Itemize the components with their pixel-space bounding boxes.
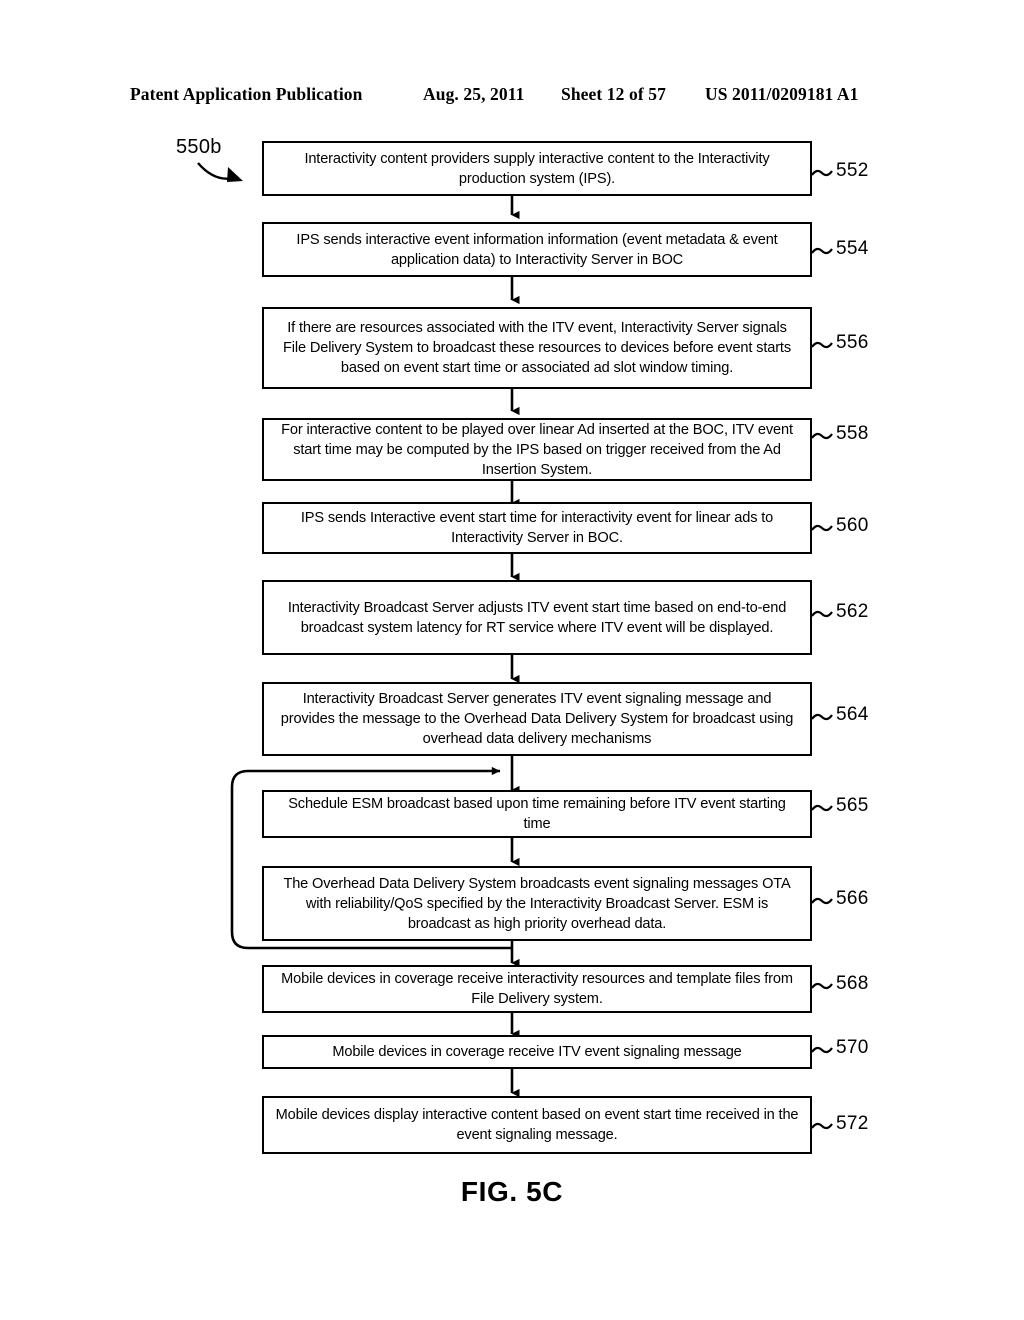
flow-box-565: Schedule ESM broadcast based upon time r…	[262, 790, 812, 838]
flow-box-564-text: Interactivity Broadcast Server generates…	[280, 691, 794, 747]
ref-num-552: 552	[836, 160, 869, 181]
flow-box-554-text: IPS sends interactive event information …	[296, 231, 778, 268]
flow-box-570-text: Mobile devices in coverage receive ITV e…	[332, 1044, 742, 1060]
flow-box-572-text: Mobile devices display interactive conte…	[275, 1107, 799, 1143]
flow-box-570: Mobile devices in coverage receive ITV e…	[262, 1035, 812, 1069]
ref-leader-562	[811, 610, 833, 618]
ref-leader-556	[811, 341, 833, 349]
ref-leader-552	[811, 169, 833, 177]
ref-num-568: 568	[836, 973, 869, 994]
ref-num-566: 566	[836, 888, 869, 909]
flow-box-554: IPS sends interactive event information …	[262, 222, 812, 277]
ref-leader-554	[811, 247, 833, 255]
ref-leader-570	[811, 1046, 833, 1054]
ref-num-554: 554	[836, 238, 869, 259]
ref-num-570: 570	[836, 1037, 869, 1058]
ref-num-556: 556	[836, 332, 869, 353]
flow-box-572: Mobile devices display interactive conte…	[262, 1096, 812, 1154]
flow-box-552-text: Interactivity content providers supply i…	[304, 150, 770, 187]
flow-box-552: Interactivity content providers supply i…	[262, 141, 812, 196]
ref-num-565: 565	[836, 795, 869, 816]
ref-num-572: 572	[836, 1113, 869, 1134]
flow-box-556-text: If there are resources associated with t…	[283, 320, 791, 376]
ref-leader-558	[811, 432, 833, 440]
diagram-label-arrowhead	[227, 167, 243, 182]
flow-box-564: Interactivity Broadcast Server generates…	[262, 682, 812, 756]
flow-box-566-text: The Overhead Data Delivery System broadc…	[283, 875, 791, 932]
ref-leader-572	[811, 1122, 833, 1130]
ref-leader-568	[811, 982, 833, 990]
flow-box-558: For interactive content to be played ove…	[262, 418, 812, 481]
ref-num-558: 558	[836, 423, 869, 444]
ref-num-560: 560	[836, 515, 869, 536]
ref-num-564: 564	[836, 704, 869, 725]
ref-num-562: 562	[836, 601, 869, 622]
flow-box-568: Mobile devices in coverage receive inter…	[262, 965, 812, 1013]
flow-box-565-text: Schedule ESM broadcast based upon time r…	[288, 796, 786, 832]
flow-box-568-text: Mobile devices in coverage receive inter…	[281, 971, 793, 1007]
ref-leader-564	[811, 713, 833, 721]
flow-box-556: If there are resources associated with t…	[262, 307, 812, 389]
patent-flowchart-figure: 550b Interactivity content providers sup…	[0, 0, 1024, 1320]
flow-box-562: Interactivity Broadcast Server adjusts I…	[262, 580, 812, 655]
flow-box-566: The Overhead Data Delivery System broadc…	[262, 866, 812, 941]
diagram-label-550b: 550b	[176, 136, 222, 158]
flow-box-560-text: IPS sends Interactive event start time f…	[300, 510, 774, 546]
ref-leader-565	[811, 804, 833, 812]
flow-box-558-text: For interactive content to be played ove…	[281, 421, 793, 478]
ref-leader-560	[811, 524, 833, 532]
flow-box-562-text: Interactivity Broadcast Server adjusts I…	[287, 599, 787, 636]
flow-box-560: IPS sends Interactive event start time f…	[262, 502, 812, 554]
figure-caption: FIG. 5C	[460, 1176, 564, 1207]
ref-leader-566	[811, 897, 833, 905]
